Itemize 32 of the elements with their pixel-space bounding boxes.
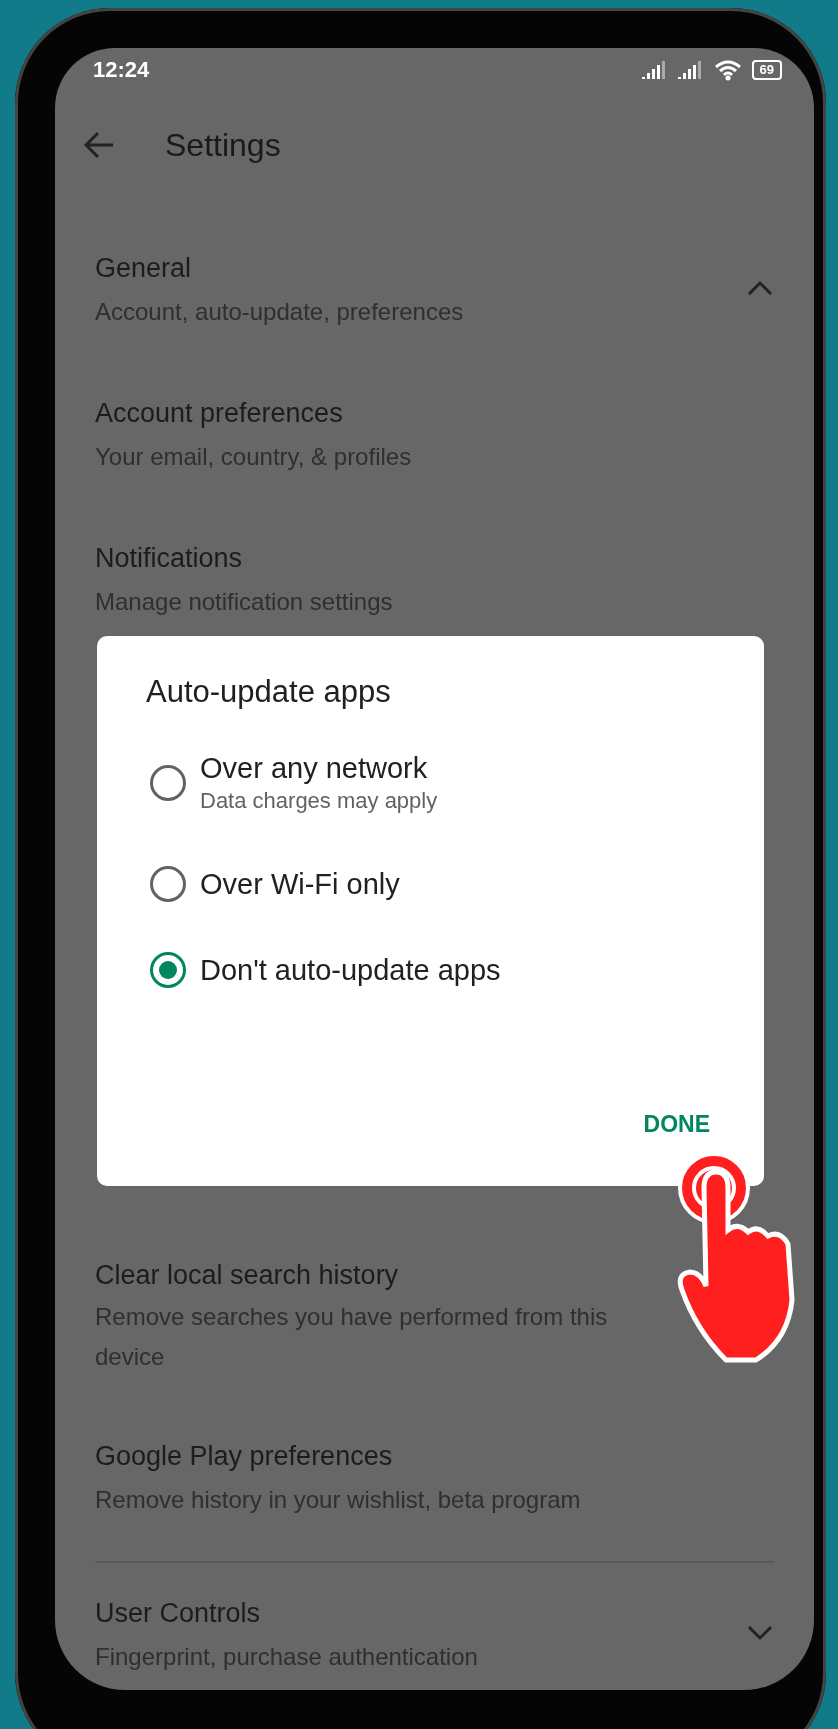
done-button[interactable]: DONE — [639, 1107, 714, 1142]
settings-section[interactable]: General Account, auto-update, preferences — [95, 218, 774, 363]
section-title: General — [95, 252, 193, 285]
radio-button[interactable] — [150, 765, 186, 801]
radio-button[interactable] — [150, 952, 186, 988]
setting-title[interactable]: Google Play preferences — [95, 1434, 581, 1478]
signal-icon — [677, 61, 704, 79]
section-title: User Controls — [95, 1597, 262, 1630]
setting-subtitle: Your email, country, & profiles — [95, 442, 412, 472]
signal-icon — [641, 61, 668, 79]
chevron-icon[interactable] — [746, 1624, 774, 1642]
back-arrow-icon[interactable] — [83, 131, 115, 159]
setting-subtitle: Manage notification settings — [95, 587, 393, 617]
setting-title[interactable]: Clear local search history — [95, 1253, 675, 1297]
option-label[interactable]: Don't auto-update apps — [200, 952, 501, 988]
option-label[interactable]: Over Wi-Fi only — [200, 866, 400, 902]
setting-title[interactable]: Account preferences — [95, 391, 412, 435]
setting-subtitle: Remove history in your wishlist, beta program — [95, 1485, 581, 1515]
section-subtitle: Account, auto-update, preferences — [95, 297, 464, 327]
option-description: Data charges may apply — [200, 787, 438, 815]
radio-button[interactable] — [150, 866, 186, 902]
setting-title[interactable]: Notifications — [95, 536, 393, 580]
battery-level: 69 — [751, 60, 782, 80]
setting-subtitle: Remove searches you have performed from this device — [95, 1302, 609, 1372]
wifi-icon — [713, 59, 742, 81]
status-time: 12:24 — [93, 57, 150, 83]
section-subtitle: Fingerprint, purchase authentication — [95, 1642, 478, 1672]
option-label[interactable]: Over any network — [200, 750, 438, 786]
page-title: Settings — [165, 126, 281, 164]
settings-section[interactable]: User Controls Fingerprint, purchase authentication — [95, 1563, 774, 1690]
chevron-icon[interactable] — [746, 279, 774, 297]
dialog-title: Auto-update apps — [146, 673, 392, 711]
